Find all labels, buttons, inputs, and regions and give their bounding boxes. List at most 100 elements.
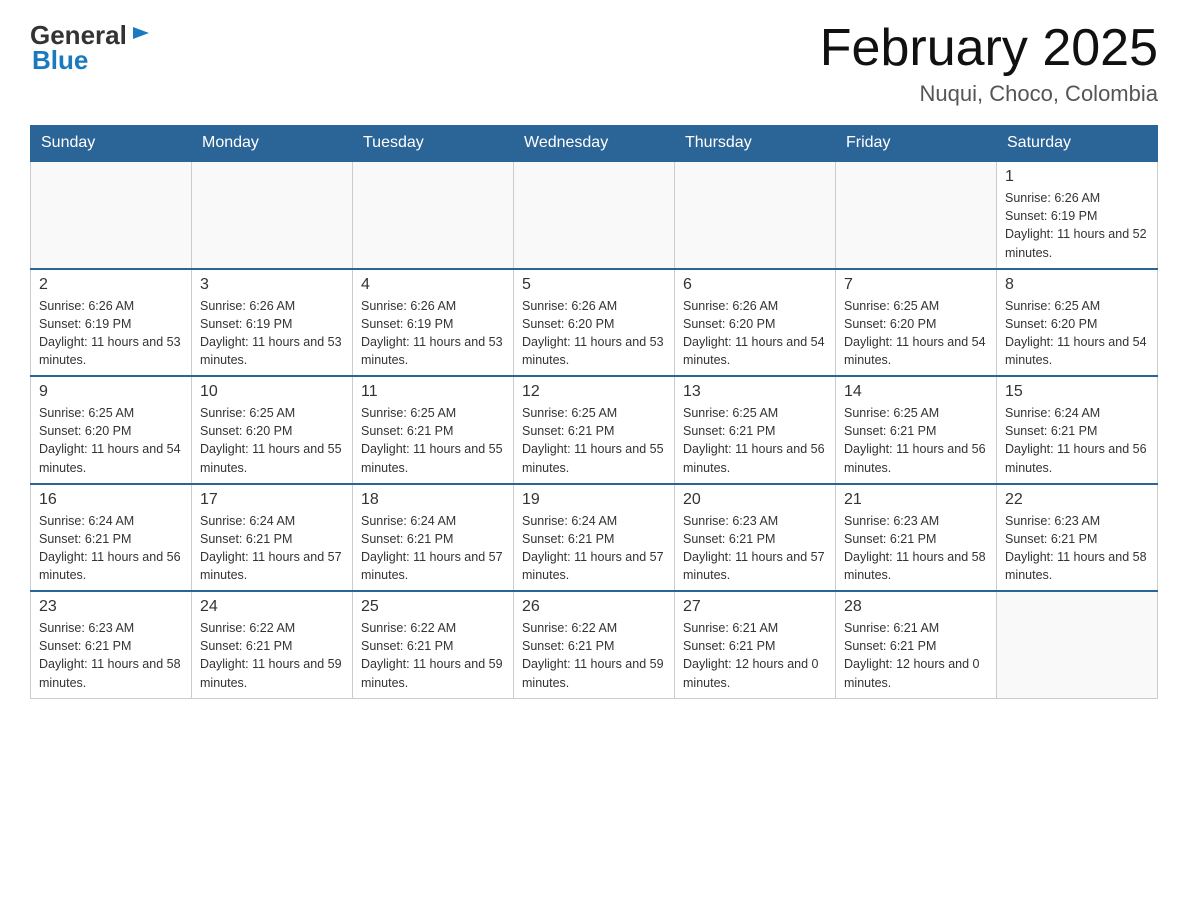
week-row-1: 1 Sunrise: 6:26 AMSunset: 6:19 PMDaylight… [31,161,1158,269]
calendar-cell: 23 Sunrise: 6:23 AMSunset: 6:21 PMDayligh… [31,591,192,698]
calendar-table: SundayMondayTuesdayWednesdayThursdayFrid… [30,125,1158,699]
weekday-header-monday: Monday [192,126,353,162]
day-info: Sunrise: 6:25 AMSunset: 6:20 PMDaylight:… [1005,297,1149,370]
calendar-cell: 12Sunrise: 6:25 AMSunset: 6:21 PMDayligh… [514,376,675,484]
calendar-cell: 27 Sunrise: 6:21 AMSunset: 6:21 PMDayligh… [675,591,836,698]
day-info: Sunrise: 6:22 AMSunset: 6:21 PMDaylight:… [522,619,666,692]
day-number: 11 [361,383,505,401]
calendar-cell [836,161,997,269]
day-number: 18 [361,491,505,509]
title-area: February 2025 Nuqui, Choco, Colombia [820,20,1158,107]
day-number: 23 [39,598,183,616]
day-info: Sunrise: 6:25 AMSunset: 6:21 PMDaylight:… [361,404,505,477]
week-row-2: 2 Sunrise: 6:26 AMSunset: 6:19 PMDaylight… [31,269,1158,377]
weekday-header-friday: Friday [836,126,997,162]
day-number: 21 [844,491,988,509]
calendar-cell: 24 Sunrise: 6:22 AMSunset: 6:21 PMDayligh… [192,591,353,698]
day-number: 20 [683,491,827,509]
calendar-cell: 9Sunrise: 6:25 AMSunset: 6:20 PMDaylight… [31,376,192,484]
logo: General Blue [30,20,151,76]
day-number: 16 [39,491,183,509]
calendar-cell: 28 Sunrise: 6:21 AMSunset: 6:21 PMDayligh… [836,591,997,698]
day-info: Sunrise: 6:25 AMSunset: 6:21 PMDaylight:… [683,404,827,477]
calendar-cell: 6 Sunrise: 6:26 AMSunset: 6:20 PMDaylight… [675,269,836,377]
day-info: Sunrise: 6:23 AMSunset: 6:21 PMDaylight:… [39,619,183,692]
calendar-cell: 15 Sunrise: 6:24 AMSunset: 6:21 PMDayligh… [997,376,1158,484]
week-row-3: 9 Sunrise: 6:25 AMSunset: 6:20 PMDaylight… [31,376,1158,484]
day-number: 8 [1005,276,1149,294]
day-number: 13 [683,383,827,401]
day-info: Sunrise: 6:26 AMSunset: 6:19 PMDaylight:… [1005,189,1149,262]
day-info: Sunrise: 6:21 AMSunset: 6:21 PMDaylight:… [844,619,988,692]
day-number: 1 [1005,168,1149,186]
day-number: 26 [522,598,666,616]
day-info: Sunrise: 6:26 AMSunset: 6:20 PMDaylight:… [522,297,666,370]
day-info: Sunrise: 6:22 AMSunset: 6:21 PMDaylight:… [361,619,505,692]
day-number: 5 [522,276,666,294]
day-number: 19 [522,491,666,509]
day-info: Sunrise: 6:24 AMSunset: 6:21 PMDaylight:… [1005,404,1149,477]
day-number: 4 [361,276,505,294]
day-number: 27 [683,598,827,616]
day-number: 6 [683,276,827,294]
day-number: 10 [200,383,344,401]
calendar-cell: 1 Sunrise: 6:26 AMSunset: 6:19 PMDaylight… [997,161,1158,269]
day-number: 2 [39,276,183,294]
calendar-cell: 11 Sunrise: 6:25 AMSunset: 6:21 PMDayligh… [353,376,514,484]
day-info: Sunrise: 6:25 AMSunset: 6:20 PMDaylight:… [844,297,988,370]
day-info: Sunrise: 6:22 AMSunset: 6:21 PMDaylight:… [200,619,344,692]
logo-blue-text: Blue [32,45,151,76]
calendar-cell: 10 Sunrise: 6:25 AMSunset: 6:20 PMDayligh… [192,376,353,484]
calendar-cell: 22Sunrise: 6:23 AMSunset: 6:21 PMDayligh… [997,484,1158,592]
day-number: 25 [361,598,505,616]
month-title: February 2025 [820,20,1158,77]
header: General Blue February 2025 Nuqui, Choco,… [30,20,1158,107]
calendar-cell [192,161,353,269]
day-info: Sunrise: 6:23 AMSunset: 6:21 PMDaylight:… [683,512,827,585]
calendar-cell: 4 Sunrise: 6:26 AMSunset: 6:19 PMDaylight… [353,269,514,377]
day-number: 14 [844,383,988,401]
day-number: 15 [1005,383,1149,401]
day-info: Sunrise: 6:24 AMSunset: 6:21 PMDaylight:… [361,512,505,585]
day-number: 9 [39,383,183,401]
day-info: Sunrise: 6:21 AMSunset: 6:21 PMDaylight:… [683,619,827,692]
logo-flag-icon [129,25,151,47]
calendar-cell [997,591,1158,698]
day-info: Sunrise: 6:26 AMSunset: 6:20 PMDaylight:… [683,297,827,370]
day-info: Sunrise: 6:26 AMSunset: 6:19 PMDaylight:… [200,297,344,370]
weekday-header-thursday: Thursday [675,126,836,162]
day-number: 17 [200,491,344,509]
day-number: 7 [844,276,988,294]
day-info: Sunrise: 6:25 AMSunset: 6:21 PMDaylight:… [522,404,666,477]
day-info: Sunrise: 6:25 AMSunset: 6:21 PMDaylight:… [844,404,988,477]
calendar-cell: 26 Sunrise: 6:22 AMSunset: 6:21 PMDayligh… [514,591,675,698]
calendar-cell: 16 Sunrise: 6:24 AMSunset: 6:21 PMDayligh… [31,484,192,592]
calendar-cell: 20 Sunrise: 6:23 AMSunset: 6:21 PMDayligh… [675,484,836,592]
calendar-header-row: SundayMondayTuesdayWednesdayThursdayFrid… [31,126,1158,162]
calendar-cell: 3 Sunrise: 6:26 AMSunset: 6:19 PMDaylight… [192,269,353,377]
week-row-5: 23 Sunrise: 6:23 AMSunset: 6:21 PMDayligh… [31,591,1158,698]
calendar-cell [675,161,836,269]
day-number: 28 [844,598,988,616]
day-number: 22 [1005,491,1149,509]
day-number: 24 [200,598,344,616]
weekday-header-sunday: Sunday [31,126,192,162]
weekday-header-wednesday: Wednesday [514,126,675,162]
day-info: Sunrise: 6:24 AMSunset: 6:21 PMDaylight:… [39,512,183,585]
calendar-cell: 19 Sunrise: 6:24 AMSunset: 6:21 PMDayligh… [514,484,675,592]
day-info: Sunrise: 6:26 AMSunset: 6:19 PMDaylight:… [361,297,505,370]
day-info: Sunrise: 6:24 AMSunset: 6:21 PMDaylight:… [522,512,666,585]
calendar-cell: 8 Sunrise: 6:25 AMSunset: 6:20 PMDaylight… [997,269,1158,377]
calendar-cell: 14 Sunrise: 6:25 AMSunset: 6:21 PMDayligh… [836,376,997,484]
calendar-cell: 2Sunrise: 6:26 AMSunset: 6:19 PMDaylight… [31,269,192,377]
weekday-header-saturday: Saturday [997,126,1158,162]
location-subtitle: Nuqui, Choco, Colombia [820,81,1158,107]
day-info: Sunrise: 6:24 AMSunset: 6:21 PMDaylight:… [200,512,344,585]
calendar-cell: 21Sunrise: 6:23 AMSunset: 6:21 PMDayligh… [836,484,997,592]
day-number: 3 [200,276,344,294]
day-info: Sunrise: 6:25 AMSunset: 6:20 PMDaylight:… [200,404,344,477]
calendar-cell: 25 Sunrise: 6:22 AMSunset: 6:21 PMDayligh… [353,591,514,698]
weekday-header-tuesday: Tuesday [353,126,514,162]
calendar-cell: 5 Sunrise: 6:26 AMSunset: 6:20 PMDaylight… [514,269,675,377]
calendar-cell: 17 Sunrise: 6:24 AMSunset: 6:21 PMDayligh… [192,484,353,592]
